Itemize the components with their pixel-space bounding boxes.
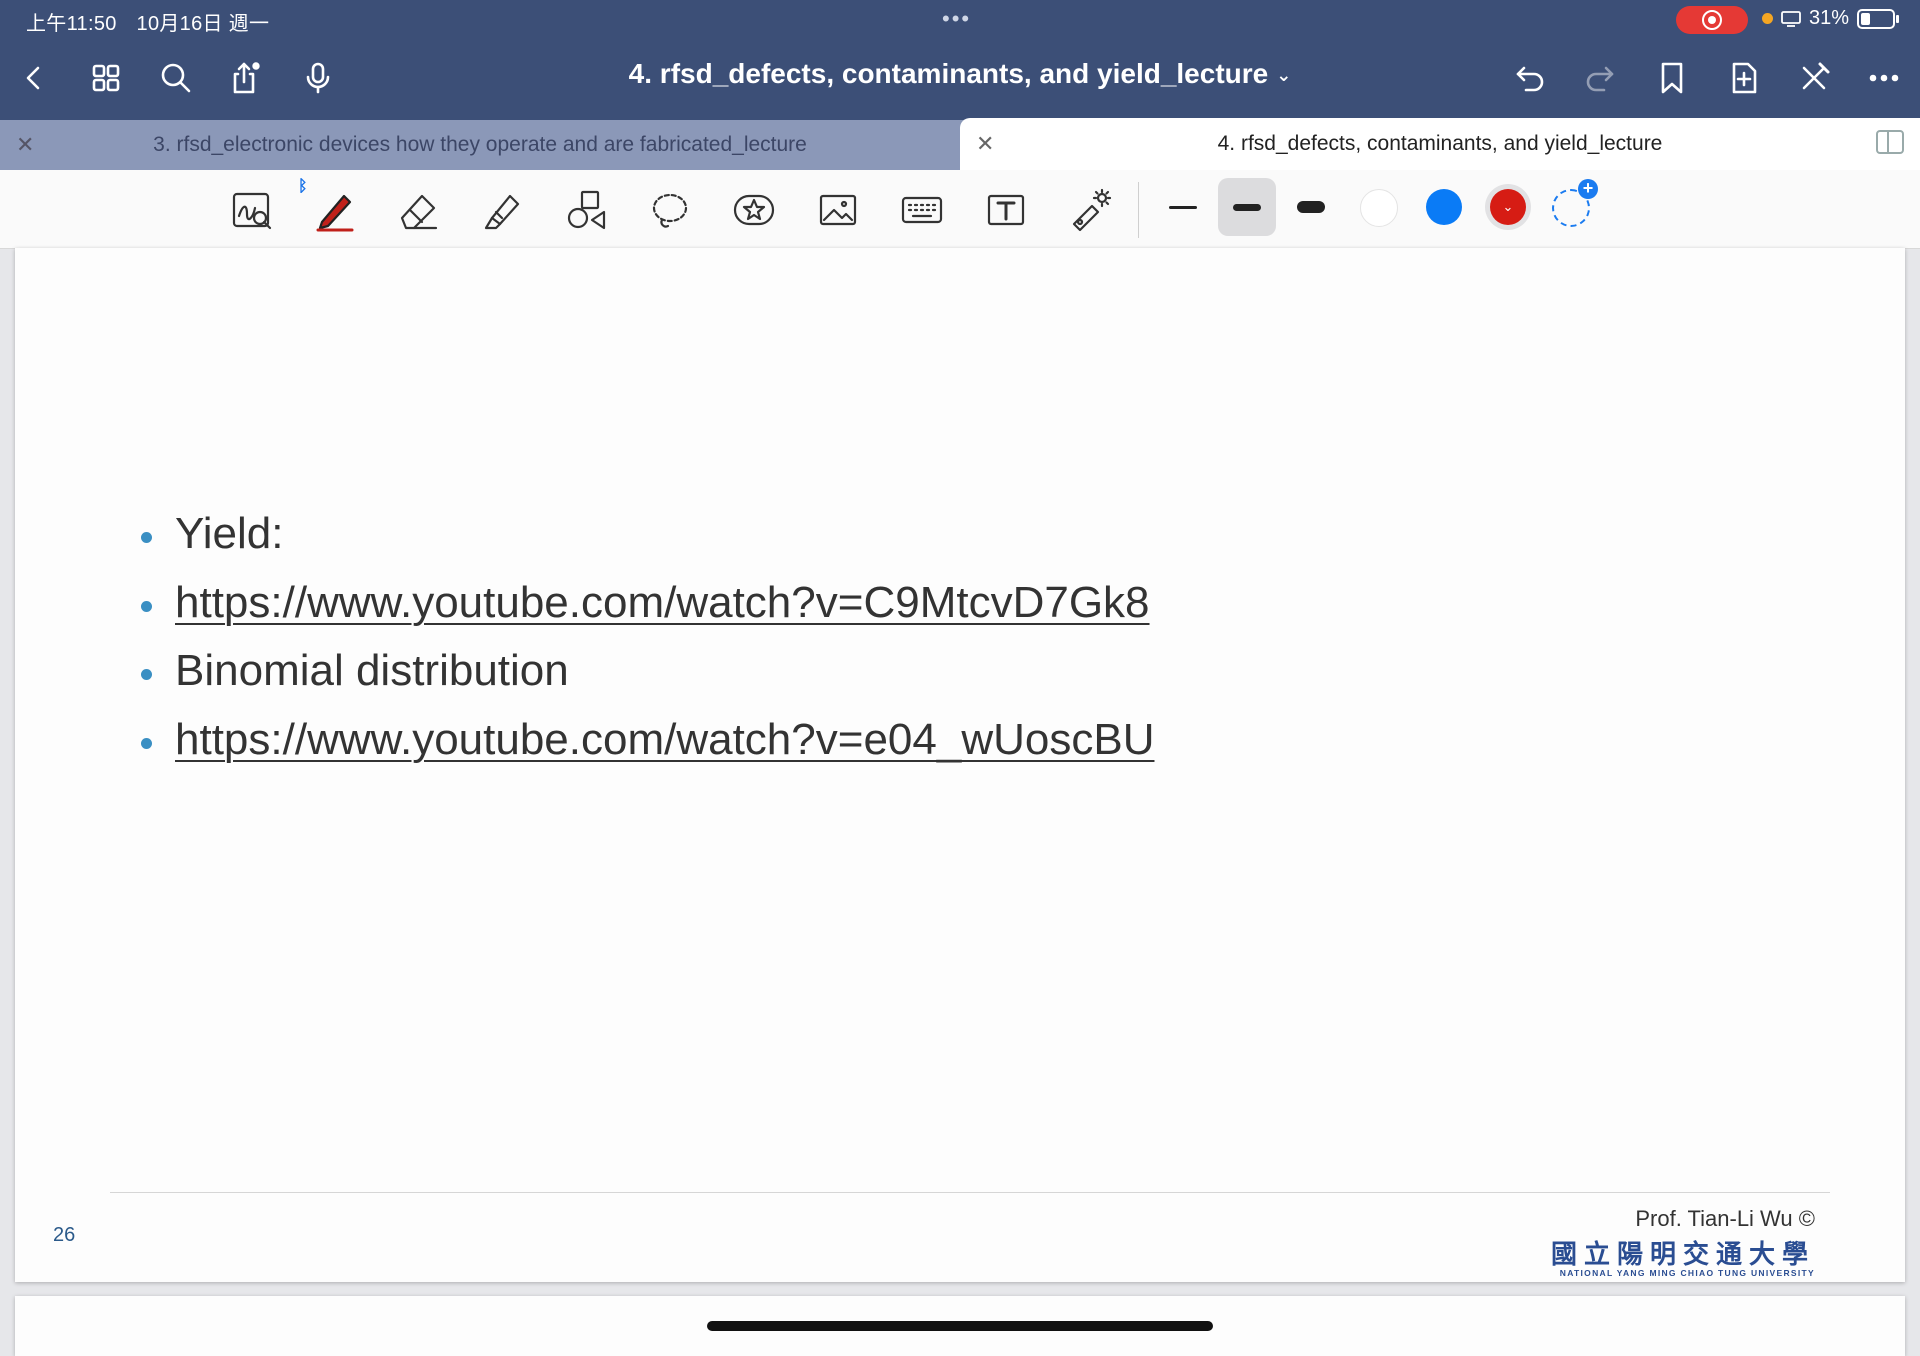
document-title[interactable]: 4. rfsd_defects, contaminants, and yield… <box>560 58 1360 90</box>
highlighter-icon[interactable] <box>476 184 528 236</box>
mic-in-use-dot-icon <box>1762 13 1773 24</box>
status-bar-right: 31% <box>1762 7 1900 30</box>
eraser-icon[interactable] <box>392 184 444 236</box>
screen-mirroring-icon <box>1781 10 1801 27</box>
hyperlink[interactable]: https://www.youtube.com/watch?v=e04_wUos… <box>175 715 1154 764</box>
share-icon[interactable] <box>224 56 268 100</box>
sidebar-toggle-icon[interactable] <box>1876 130 1904 154</box>
screen-recording-indicator[interactable] <box>1676 6 1748 34</box>
add-color-icon[interactable] <box>1552 179 1598 227</box>
tab-document-4[interactable]: ✕ 4. rfsd_defects, contaminants, and yie… <box>960 118 1920 170</box>
multitasking-dots-icon[interactable]: ••• <box>942 6 971 32</box>
bullet-item-link[interactable]: https://www.youtube.com/watch?v=e04_wUos… <box>125 712 1154 781</box>
battery-percent: 31% <box>1809 7 1850 29</box>
color-blue[interactable] <box>1426 189 1462 225</box>
shapes-icon[interactable] <box>560 184 612 236</box>
more-options-icon[interactable] <box>1862 56 1906 100</box>
bullet-text: Binomial distribution <box>175 646 569 695</box>
bluetooth-icon: ᛒ <box>298 178 308 195</box>
stroke-medium[interactable] <box>1218 178 1276 236</box>
status-date: 10月16日 週一 <box>136 13 270 35</box>
color-red-selected[interactable]: ⌄ <box>1490 189 1526 225</box>
add-page-icon[interactable] <box>1722 56 1766 100</box>
bullet-item: Binomial distribution <box>125 643 1154 712</box>
color-white[interactable] <box>1360 189 1398 227</box>
tab-bar: ✕ 3. rfsd_electronic devices how they op… <box>0 118 1920 170</box>
keyboard-icon[interactable] <box>896 184 948 236</box>
text-box-icon[interactable] <box>980 184 1032 236</box>
zoom-window-icon[interactable] <box>226 184 278 236</box>
close-annotation-icon[interactable] <box>1792 56 1836 100</box>
document-title-text: 4. rfsd_defects, contaminants, and yield… <box>628 58 1269 89</box>
bullet-item: Yield: <box>125 506 1154 575</box>
status-bar-left: 上午11:50 10月16日 週一 <box>26 7 283 36</box>
close-tab-icon[interactable]: ✕ <box>16 132 34 158</box>
slide-page[interactable]: Yield: https://www.youtube.com/watch?v=C… <box>15 248 1905 1282</box>
image-icon[interactable] <box>812 184 864 236</box>
tab-label: 4. rfsd_defects, contaminants, and yield… <box>1217 132 1663 155</box>
page-number: 26 <box>53 1224 76 1246</box>
home-indicator[interactable] <box>707 1321 1213 1331</box>
search-icon[interactable] <box>154 56 198 100</box>
hyperlink[interactable]: https://www.youtube.com/watch?v=C9MtcvD7… <box>175 578 1150 627</box>
annotation-toolbar: ᛒ ⌄ <box>0 170 1920 249</box>
chevron-down-icon: ⌄ <box>1502 199 1514 214</box>
bullet-text: Yield: <box>175 509 284 558</box>
university-logo-english: NATIONAL YANG MING CHIAO TUNG UNIVERSITY <box>1559 1268 1815 1278</box>
bookmark-icon[interactable] <box>1650 56 1694 100</box>
grid-view-icon[interactable] <box>84 56 128 100</box>
lasso-icon[interactable] <box>644 184 696 236</box>
status-time: 上午11:50 <box>26 13 117 35</box>
toolbar-divider <box>1138 182 1139 238</box>
microphone-icon[interactable] <box>296 56 340 100</box>
university-logo-chinese: 國立陽明交通大學 <box>1550 1239 1815 1269</box>
top-navigation-bar: 上午11:50 10月16日 週一 ••• 31% 4. rfsd_defect… <box>0 0 1920 120</box>
close-tab-icon[interactable]: ✕ <box>976 131 994 157</box>
battery-icon <box>1857 8 1900 29</box>
bullet-item-link[interactable]: https://www.youtube.com/watch?v=C9MtcvD7… <box>125 575 1154 644</box>
redo-icon[interactable] <box>1578 56 1622 100</box>
sticker-icon[interactable] <box>728 184 780 236</box>
undo-icon[interactable] <box>1508 56 1552 100</box>
stroke-thin[interactable] <box>1154 178 1212 236</box>
footer-divider <box>110 1192 1830 1193</box>
pen-icon[interactable] <box>308 184 360 236</box>
back-icon[interactable] <box>12 56 56 100</box>
tab-document-3[interactable]: ✕ 3. rfsd_electronic devices how they op… <box>0 120 960 170</box>
author-credit: Prof. Tian-Li Wu © <box>1635 1206 1815 1231</box>
tab-label: 3. rfsd_electronic devices how they oper… <box>153 133 807 156</box>
chevron-down-icon[interactable]: ⌄ <box>1276 65 1291 85</box>
laser-pointer-icon[interactable] <box>1064 184 1116 236</box>
bullet-list: Yield: https://www.youtube.com/watch?v=C… <box>125 506 1154 780</box>
stroke-thick[interactable] <box>1282 178 1340 236</box>
